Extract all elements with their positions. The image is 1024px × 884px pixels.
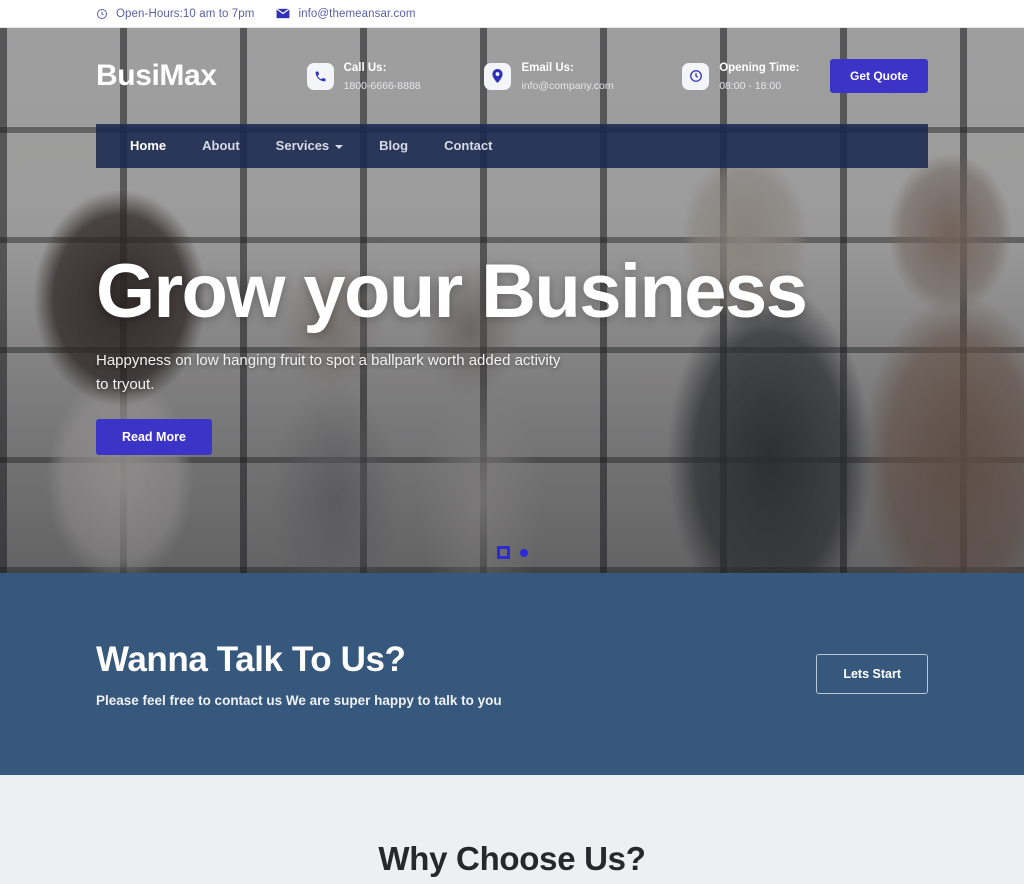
- header-contacts: Call Us: 1800-6666-8888 Email Us: info@c…: [306, 58, 830, 94]
- topbar-item-open-hours: Open-Hours:10 am to 7pm: [96, 8, 254, 20]
- nav-item-about[interactable]: About: [184, 124, 258, 168]
- header-contact-call[interactable]: Call Us: 1800-6666-8888: [306, 58, 437, 94]
- header-contact-hours[interactable]: Opening Time: 08:00 - 18:00: [682, 58, 830, 94]
- top-bar: Open-Hours:10 am to 7pm info@themeansar.…: [0, 0, 1024, 28]
- site-logo[interactable]: BusiMax: [96, 61, 217, 91]
- header-contact-email-title: Email Us:: [521, 62, 574, 74]
- header-contact-email-value: info@company.com: [521, 80, 614, 92]
- header-contact-email[interactable]: Email Us: info@company.com: [484, 58, 634, 94]
- slider-dot-2[interactable]: [519, 548, 528, 557]
- hero-section: BusiMax Call Us: 1800-6666-8888 Email Us…: [0, 28, 1024, 573]
- map-pin-icon: [484, 62, 512, 90]
- cta-text-block: Wanna Talk To Us? Please feel free to co…: [96, 640, 502, 708]
- header-contact-call-title: Call Us:: [343, 62, 387, 74]
- hero-content: Grow your Business Happyness on low hang…: [96, 253, 896, 455]
- lets-start-button[interactable]: Lets Start: [816, 654, 928, 694]
- hero-title: Grow your Business: [96, 249, 808, 334]
- nav-item-services[interactable]: Services: [258, 124, 362, 168]
- nav-item-contact[interactable]: Contact: [426, 124, 510, 168]
- nav-item-blog-label: Blog: [379, 138, 409, 153]
- slider-dot-1[interactable]: [496, 546, 510, 559]
- nav-item-contact-label: Contact: [444, 138, 493, 153]
- nav-item-blog[interactable]: Blog: [361, 124, 426, 168]
- nav-item-services-label: Services: [275, 138, 330, 153]
- main-navigation: Home About Services Blog Contact: [96, 124, 928, 168]
- cta-title: Wanna Talk To Us?: [96, 639, 406, 679]
- cta-subtitle: Please feel free to contact us We are su…: [96, 693, 502, 709]
- envelope-icon: [276, 8, 291, 19]
- chevron-down-icon: [335, 145, 344, 149]
- why-choose-us-section: Why Choose Us?: [0, 775, 1024, 884]
- get-quote-button[interactable]: Get Quote: [829, 59, 928, 93]
- phone-icon: [306, 62, 334, 90]
- why-choose-us-title: Why Choose Us?: [378, 840, 646, 877]
- site-header: BusiMax Call Us: 1800-6666-8888 Email Us…: [0, 28, 1024, 124]
- topbar-open-hours-label: Open-Hours:10 am to 7pm: [116, 7, 255, 20]
- nav-item-about-label: About: [202, 138, 240, 153]
- topbar-item-email[interactable]: info@themeansar.com: [276, 8, 415, 20]
- hero-subtitle: Happyness on low hanging fruit to spot a…: [96, 351, 561, 393]
- header-contact-call-value: 1800-6666-8888: [343, 80, 421, 92]
- clock-icon: [682, 62, 710, 90]
- header-contact-hours-value: 08:00 - 18:00: [719, 80, 782, 92]
- clock-icon: [96, 8, 108, 20]
- read-more-button[interactable]: Read More: [96, 418, 212, 455]
- hero-slider-pagination: [0, 546, 1024, 559]
- topbar-email-label: info@themeansar.com: [298, 7, 416, 20]
- nav-item-home[interactable]: Home: [112, 124, 184, 168]
- header-contact-hours-title: Opening Time:: [719, 62, 800, 74]
- nav-item-home-label: Home: [130, 138, 167, 153]
- cta-section: Wanna Talk To Us? Please feel free to co…: [0, 573, 1024, 775]
